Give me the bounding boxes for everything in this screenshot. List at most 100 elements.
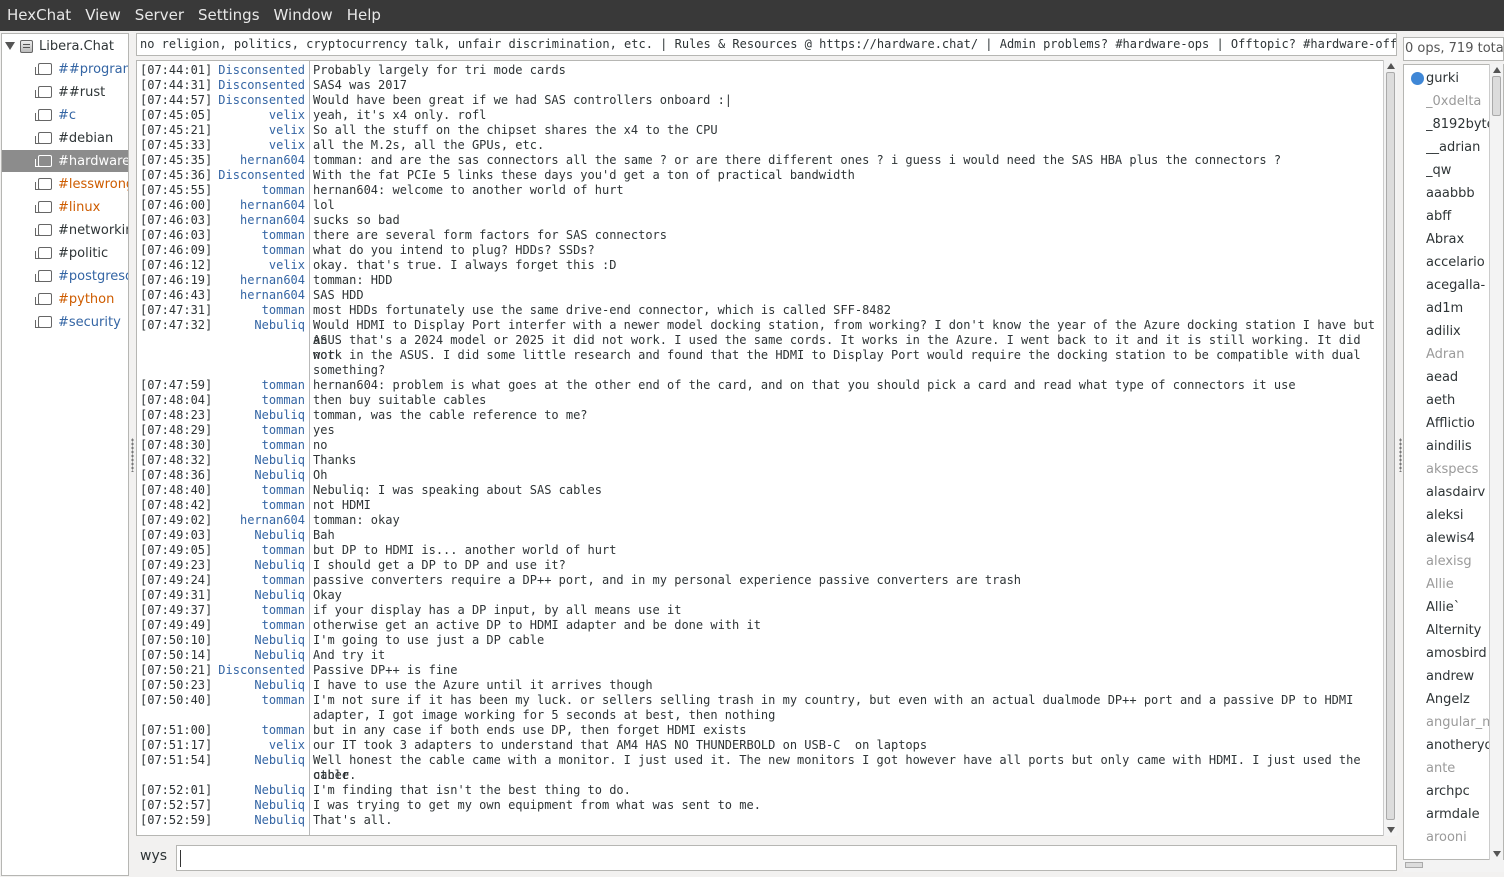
nick-label[interactable]: Nebuliq xyxy=(207,453,305,468)
user-item[interactable]: _8192byte xyxy=(1426,113,1492,136)
nick-label[interactable]: velix xyxy=(207,258,305,273)
user-item[interactable]: acegalla- xyxy=(1426,274,1492,297)
user-item[interactable]: angular_m xyxy=(1426,711,1492,734)
menu-server[interactable]: Server xyxy=(128,0,191,31)
menu-help[interactable]: Help xyxy=(340,0,388,31)
scroll-down-arrow-icon[interactable] xyxy=(1387,827,1395,833)
user-item[interactable]: anotheryo xyxy=(1426,734,1492,757)
nick-label[interactable]: tomman xyxy=(207,243,305,258)
channel-item[interactable]: #c xyxy=(2,104,128,126)
nick-label[interactable]: Nebuliq xyxy=(207,798,305,813)
user-item[interactable]: andrew xyxy=(1426,665,1492,688)
topic-bar[interactable]: no religion, politics, cryptocurrency ta… xyxy=(136,33,1397,56)
channel-tree[interactable]: Libera.Chat ##programm ##rust #c #debian #ha… xyxy=(1,33,129,876)
user-item[interactable]: accelario xyxy=(1426,251,1492,274)
user-item[interactable]: _0xdelta xyxy=(1426,90,1492,113)
nick-label[interactable]: velix xyxy=(207,108,305,123)
user-item[interactable]: alasdairv xyxy=(1426,481,1492,504)
userlist-scrollbar[interactable] xyxy=(1489,64,1503,860)
scroll-up-arrow-icon[interactable] xyxy=(1387,63,1395,69)
expander-arrow-icon[interactable] xyxy=(5,42,15,50)
channel-item[interactable]: #hardware xyxy=(2,150,128,172)
nick-label[interactable]: hernan604 xyxy=(207,153,305,168)
nick-label[interactable]: velix xyxy=(207,123,305,138)
user-item[interactable]: aindilis xyxy=(1426,435,1492,458)
menu-settings[interactable]: Settings xyxy=(191,0,267,31)
nick-label[interactable]: velix xyxy=(207,738,305,753)
nick-label[interactable]: tomman xyxy=(207,603,305,618)
user-item[interactable]: ante xyxy=(1426,757,1492,780)
nick-label[interactable]: Nebuliq xyxy=(207,633,305,648)
nick-label[interactable]: Disconsented xyxy=(207,168,305,183)
user-item[interactable]: Abrax xyxy=(1426,228,1492,251)
nick-label[interactable]: Disconsented xyxy=(207,63,305,78)
nick-label[interactable]: hernan604 xyxy=(207,213,305,228)
user-item[interactable]: Allie` xyxy=(1426,596,1492,619)
nick-label[interactable]: hernan604 xyxy=(207,198,305,213)
user-item[interactable]: _qw xyxy=(1426,159,1492,182)
network-item[interactable]: Libera.Chat xyxy=(2,36,128,56)
scrollbar-thumb[interactable] xyxy=(1405,862,1423,868)
nick-label[interactable]: Nebuliq xyxy=(207,753,305,768)
user-item[interactable]: Allie xyxy=(1426,573,1492,596)
user-item[interactable]: alexisg xyxy=(1426,550,1492,573)
nick-label[interactable]: hernan604 xyxy=(207,273,305,288)
nick-label[interactable]: tomman xyxy=(207,498,305,513)
nick-label[interactable]: tomman xyxy=(207,438,305,453)
scrollbar-thumb[interactable] xyxy=(1492,76,1501,116)
nick-button[interactable]: wys xyxy=(140,848,167,864)
scroll-down-arrow-icon[interactable] xyxy=(1493,851,1501,857)
nick-label[interactable]: Nebuliq xyxy=(207,318,305,333)
nick-label[interactable]: hernan604 xyxy=(207,513,305,528)
channel-item[interactable]: #python xyxy=(2,288,128,310)
user-item[interactable]: Alternity xyxy=(1426,619,1492,642)
userlist-hscrollbar[interactable] xyxy=(1403,860,1504,872)
message-input[interactable] xyxy=(176,845,1397,871)
nick-label[interactable]: velix xyxy=(207,138,305,153)
nick-label[interactable]: Nebuliq xyxy=(207,648,305,663)
channel-item[interactable]: #politic xyxy=(2,242,128,264)
nick-label[interactable]: Nebuliq xyxy=(207,783,305,798)
nick-label[interactable]: tomman xyxy=(207,693,305,708)
menu-view[interactable]: View xyxy=(78,0,128,31)
user-item[interactable]: abff xyxy=(1426,205,1492,228)
nick-label[interactable]: Nebuliq xyxy=(207,528,305,543)
right-pane-grip[interactable] xyxy=(1399,438,1402,472)
channel-item[interactable]: #postgresq xyxy=(2,265,128,287)
nick-label[interactable]: Nebuliq xyxy=(207,468,305,483)
nick-label[interactable]: Nebuliq xyxy=(207,813,305,828)
nick-label[interactable]: tomman xyxy=(207,723,305,738)
nick-label[interactable]: tomman xyxy=(207,303,305,318)
channel-item[interactable]: #networkin xyxy=(2,219,128,241)
nick-label[interactable]: tomman xyxy=(207,228,305,243)
nick-label[interactable]: hernan604 xyxy=(207,288,305,303)
user-item[interactable]: archpc xyxy=(1426,780,1492,803)
user-item[interactable]: Angelz xyxy=(1426,688,1492,711)
user-item[interactable]: gurki xyxy=(1426,67,1492,90)
user-item[interactable]: arooni xyxy=(1426,826,1492,849)
nick-label[interactable]: Nebuliq xyxy=(207,558,305,573)
nick-label[interactable]: tomman xyxy=(207,483,305,498)
chat-scrollbar[interactable] xyxy=(1383,60,1397,836)
menu-window[interactable]: Window xyxy=(267,0,340,31)
nick-label[interactable]: tomman xyxy=(207,378,305,393)
user-item[interactable]: akspecs xyxy=(1426,458,1492,481)
user-item[interactable]: aleksi xyxy=(1426,504,1492,527)
user-item[interactable]: adilix xyxy=(1426,320,1492,343)
scroll-up-arrow-icon[interactable] xyxy=(1493,67,1501,73)
nick-label[interactable]: tomman xyxy=(207,618,305,633)
chat-view[interactable]: [07:44:01] Disconsented Probably largely f… xyxy=(136,60,1397,836)
nick-label[interactable]: tomman xyxy=(207,423,305,438)
channel-item[interactable]: #security xyxy=(2,311,128,333)
nick-label[interactable]: Nebuliq xyxy=(207,678,305,693)
user-item[interactable]: Adran xyxy=(1426,343,1492,366)
nick-label[interactable]: Disconsented xyxy=(207,78,305,93)
user-item[interactable]: Afflictio xyxy=(1426,412,1492,435)
user-item[interactable]: __adrian xyxy=(1426,136,1492,159)
user-item[interactable]: armdale xyxy=(1426,803,1492,826)
channel-item[interactable]: ##programm xyxy=(2,58,128,80)
nick-label[interactable]: Disconsented xyxy=(207,93,305,108)
nick-label[interactable]: tomman xyxy=(207,573,305,588)
nick-label[interactable]: tomman xyxy=(207,183,305,198)
nick-label[interactable]: Nebuliq xyxy=(207,408,305,423)
